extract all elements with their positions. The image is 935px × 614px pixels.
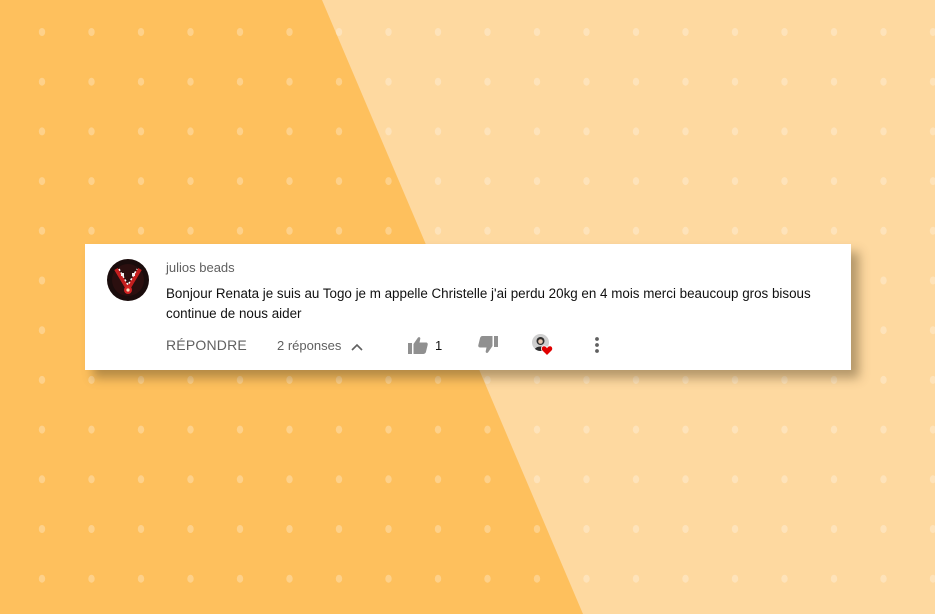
comment-text: Bonjour Renata je suis au Togo je m appe… xyxy=(166,286,811,321)
more-vert-icon[interactable] xyxy=(592,335,602,360)
author-name[interactable]: julios beads xyxy=(166,260,235,275)
comment-actions: RÉPONDRE 2 réponses 1 xyxy=(166,334,826,359)
reply-button[interactable]: RÉPONDRE xyxy=(166,337,247,353)
creator-heart-icon xyxy=(540,343,554,361)
author-avatar[interactable] xyxy=(107,259,149,301)
chevron-up-icon xyxy=(351,339,363,354)
thumbs-up-icon[interactable] xyxy=(408,336,428,359)
like-count: 1 xyxy=(435,338,443,353)
replies-label: 2 réponses xyxy=(277,338,342,353)
comment-card: julios beads Bonjour Renata je suis au T… xyxy=(85,244,851,370)
creator-heart-badge xyxy=(532,334,556,358)
thumbs-down-icon[interactable] xyxy=(478,336,498,359)
replies-toggle-button[interactable]: 2 réponses xyxy=(277,338,363,354)
